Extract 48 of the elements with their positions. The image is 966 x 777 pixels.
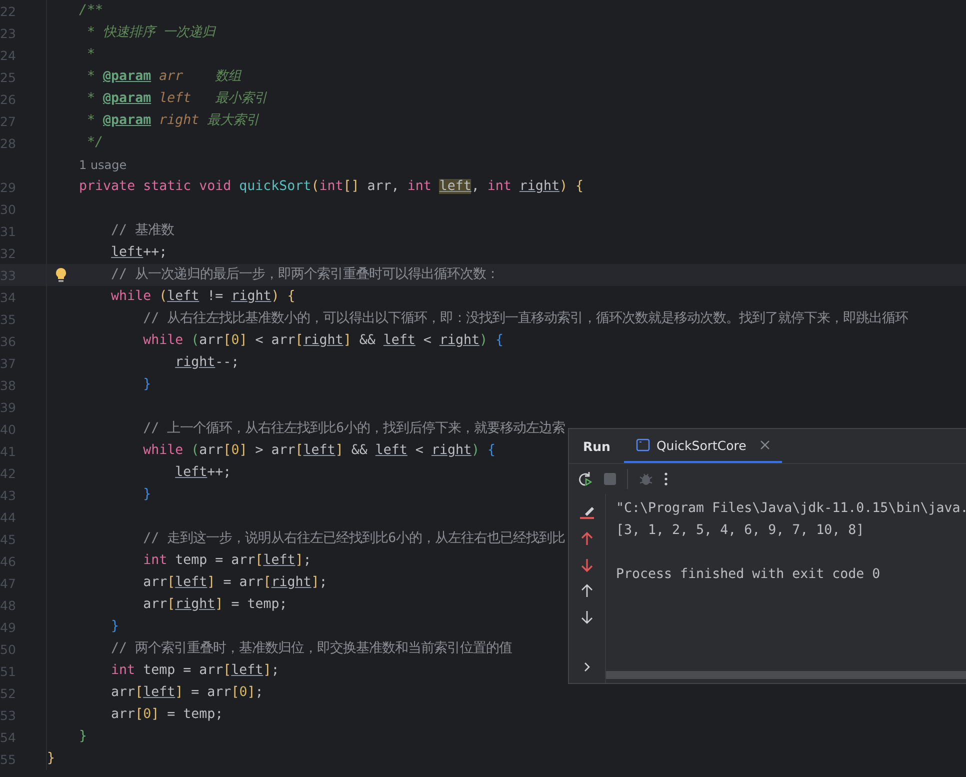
arrow-up-icon[interactable] bbox=[581, 584, 593, 598]
code-line: while (arr[0] < arr[right] && left < right) { bbox=[143, 332, 504, 350]
arrow-down-icon[interactable] bbox=[581, 558, 593, 572]
code-line: private static void quickSort(int[] arr, int left, int right) { bbox=[79, 178, 584, 196]
code-line: } bbox=[111, 618, 120, 636]
code-line: */ bbox=[87, 134, 104, 152]
code-line: right--; bbox=[175, 354, 240, 372]
code-line: // 走到这一步，说明从右往左已经找到比6小的，从左往右也已经找到比 bbox=[143, 530, 566, 548]
chevron-icon[interactable] bbox=[583, 661, 591, 673]
console-line: [3, 1, 2, 5, 4, 6, 9, 7, 10, 8] bbox=[615, 522, 866, 540]
console-line: "C:\Program Files\Java\jdk-11.0.15\bin\java. bbox=[615, 500, 966, 518]
code-line: left++; bbox=[111, 244, 168, 262]
code-line: /** bbox=[79, 2, 104, 20]
code-line: } bbox=[143, 376, 152, 394]
code-line: arr[0] = temp; bbox=[111, 706, 224, 724]
eraser-icon[interactable] bbox=[579, 504, 595, 520]
window-icon bbox=[636, 438, 650, 452]
code-line: arr[right] = temp; bbox=[143, 596, 288, 614]
code-line: * 快速排序 一次递归 bbox=[87, 24, 216, 42]
code-line: * @param arr 数组 bbox=[87, 68, 242, 86]
code-line: left++; bbox=[175, 464, 232, 482]
code-line: while (arr[0] > arr[left] && left < right) { bbox=[143, 442, 496, 460]
code-line: } bbox=[143, 486, 152, 504]
panel-title: Run bbox=[582, 438, 612, 456]
code-line: // 基准数 bbox=[111, 222, 174, 240]
code-line: arr[left] = arr[right]; bbox=[143, 574, 328, 592]
code-line: * @param left 最小索引 bbox=[87, 90, 268, 108]
more-icon[interactable] bbox=[664, 472, 668, 486]
arrow-up-icon[interactable] bbox=[581, 532, 593, 546]
usage-hint[interactable]: 1 usage bbox=[79, 158, 127, 172]
code-line: while (left != right) { bbox=[111, 288, 296, 306]
code-line: // 从右往左找比基准数小的，可以得出以下循环，即：没找到一直移动索引，循环次数就是移动次数。找到了就停下来，即跳出循环 bbox=[143, 310, 908, 328]
code-line: int temp = arr[left]; bbox=[111, 662, 280, 680]
console-line: Process finished with exit code 0 bbox=[615, 566, 882, 584]
code-line: arr[left] = arr[0]; bbox=[111, 684, 264, 702]
code-line: } bbox=[47, 750, 56, 768]
rerun-icon[interactable] bbox=[577, 471, 593, 487]
code-line: * bbox=[87, 46, 96, 64]
code-line: int temp = arr[left]; bbox=[143, 552, 312, 570]
code-line: // 两个索引重叠时，基准数归位，即交换基准数和当前索引位置的值 bbox=[111, 640, 512, 658]
lightbulb-icon[interactable] bbox=[55, 267, 67, 283]
scrollbar[interactable] bbox=[606, 671, 966, 679]
code-line: // 从一次递归的最后一步，即两个索引重叠时可以得出循环次数： bbox=[111, 266, 500, 284]
arrow-down-icon[interactable] bbox=[581, 610, 593, 624]
code-line: } bbox=[79, 728, 88, 746]
close-icon[interactable] bbox=[760, 440, 770, 450]
code-line: * @param right 最大索引 bbox=[87, 112, 260, 130]
code-line: // 上一个循环，从右往左找到比6小的，找到后停下来，就要移动左边索 bbox=[143, 420, 566, 438]
